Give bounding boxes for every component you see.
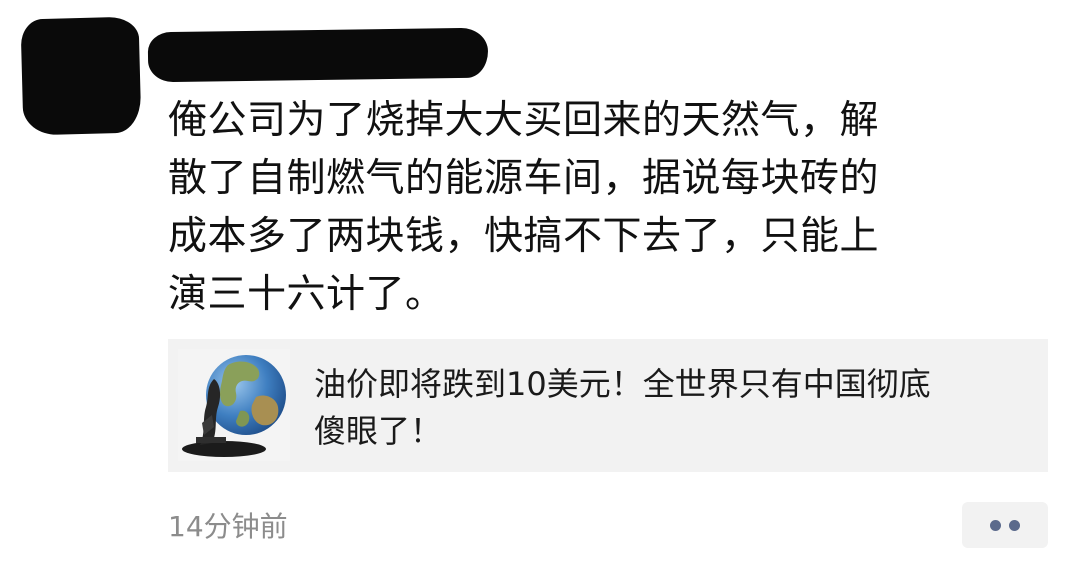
- post-text: 俺公司为了烧掉大大买回来的天然气，解 散了自制燃气的能源车间，据说每块砖的 成本…: [168, 98, 880, 317]
- link-thumbnail: [178, 349, 290, 461]
- username-redacted[interactable]: [147, 27, 489, 83]
- more-dots-icon: [1009, 520, 1020, 531]
- post-timestamp: 14分钟前: [168, 510, 288, 543]
- more-dots-icon: [990, 520, 1001, 531]
- avatar-redacted[interactable]: [20, 16, 142, 136]
- link-title: 油价即将跌到10美元！全世界只有中国彻底 傻眼了！: [314, 365, 931, 450]
- more-actions-button[interactable]: [962, 502, 1048, 548]
- globe-oil-pump-icon: [182, 355, 286, 457]
- shared-link-card[interactable]: 油价即将跌到10美元！全世界只有中国彻底 傻眼了！: [168, 339, 1048, 472]
